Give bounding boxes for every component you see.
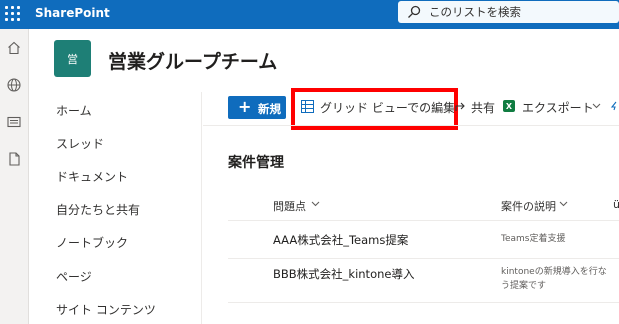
nav-item-site-contents[interactable]: サイト コンテンツ (56, 301, 156, 318)
automate-icon[interactable] (610, 101, 619, 111)
chevron-down-icon[interactable] (592, 102, 601, 110)
globe-icon[interactable] (6, 77, 22, 93)
app-name-link[interactable]: SharePoint (35, 6, 110, 20)
new-button[interactable]: + 新規 (228, 96, 286, 119)
home-icon[interactable] (6, 40, 22, 56)
command-bar-divider (203, 125, 619, 126)
list-title: 案件管理 (228, 155, 284, 171)
row-divider (228, 302, 619, 303)
row-divider (228, 258, 619, 259)
search-icon (408, 5, 421, 18)
table-row-description: Teams定着支援 (501, 234, 566, 244)
document-icon[interactable] (6, 151, 22, 167)
column-header-truncated[interactable]: ü (613, 198, 619, 211)
left-navigation: ホーム スレッド ドキュメント 自分たちと共有 ノートブック ページ サイト コ… (30, 92, 202, 324)
nav-item-threads[interactable]: スレッド (56, 135, 104, 152)
column-header-description[interactable]: 案件の説明 (501, 198, 556, 214)
chevron-down-icon[interactable] (559, 200, 568, 208)
column-header-issue[interactable]: 問題点 (273, 198, 306, 214)
nav-item-home[interactable]: ホーム (56, 102, 92, 119)
table-row-description: kintoneの新規導入を行なう提案です (501, 267, 607, 291)
site-title[interactable]: 営業グループチーム (108, 47, 277, 74)
table-row-title[interactable]: BBB株式会社_kintone導入 (273, 266, 414, 282)
nav-item-shared-with-us[interactable]: 自分たちと共有 (56, 201, 140, 218)
chevron-down-icon[interactable] (311, 200, 320, 208)
share-button[interactable]: 共有 (471, 99, 495, 116)
table-row-title[interactable]: AAA株式会社_Teams提案 (273, 232, 408, 248)
new-button-label: 新規 (258, 102, 281, 116)
search-box[interactable]: このリストを検索 (398, 1, 619, 23)
app-launcher-icon[interactable] (4, 5, 21, 22)
nav-item-notebook[interactable]: ノートブック (56, 234, 128, 251)
share-icon (455, 102, 465, 111)
suite-bar: SharePoint このリストを検索 (0, 0, 619, 29)
search-input[interactable]: このリストを検索 (429, 4, 521, 20)
plus-icon: + (238, 97, 252, 116)
header-divider (228, 220, 619, 221)
news-icon[interactable] (6, 114, 22, 130)
nav-item-documents[interactable]: ドキュメント (56, 168, 128, 185)
app-rail (0, 29, 29, 324)
nav-item-pages[interactable]: ページ (56, 268, 92, 285)
excel-icon: X (503, 100, 515, 112)
export-button[interactable]: エクスポート (522, 99, 594, 116)
highlight-box (291, 88, 458, 130)
site-logo[interactable]: 営 (54, 40, 91, 77)
